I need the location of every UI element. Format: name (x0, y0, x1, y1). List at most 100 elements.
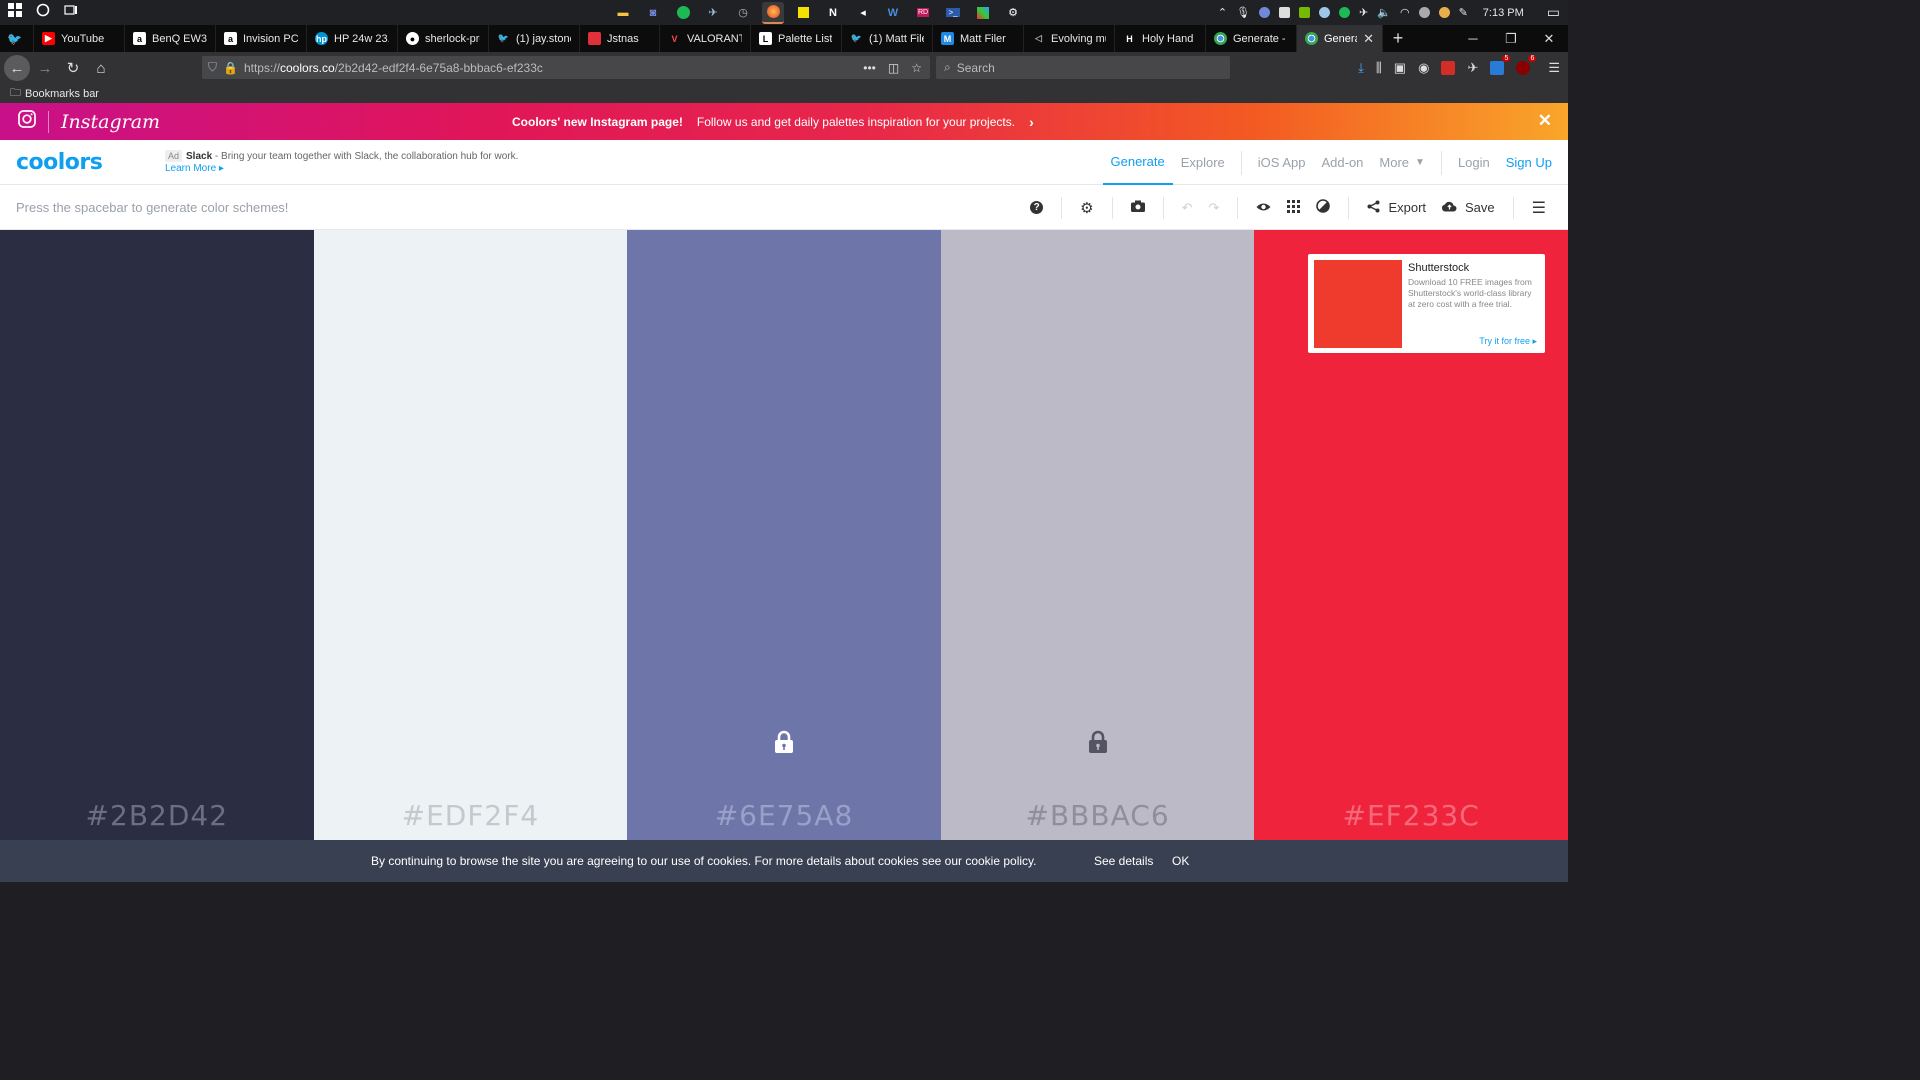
task-view-icon[interactable] (64, 3, 78, 22)
coolors-logo[interactable]: coolors (16, 150, 103, 175)
nvidia-tray-icon[interactable] (1299, 7, 1311, 18)
page-actions-icon[interactable]: ••• (863, 61, 876, 75)
ad-cta-link[interactable]: Try it for free ▸ (1479, 336, 1537, 347)
settings-button[interactable]: ⚙ (1072, 185, 1101, 230)
swatch-hex-code[interactable]: #EF233C (1254, 799, 1568, 832)
swatch-hex-code[interactable]: #6E75A8 (627, 799, 941, 832)
powershell-icon[interactable]: >_ (942, 2, 964, 24)
forward-button[interactable]: → (32, 55, 58, 81)
menu-button[interactable]: ☰ (1524, 185, 1554, 230)
color-swatch[interactable]: #2B2D42 (0, 230, 314, 840)
notion-icon[interactable]: N (822, 2, 844, 24)
browser-tab[interactable]: 🐦 (1) jay.stone (489, 25, 580, 52)
close-tab-icon[interactable]: ✕ (1363, 31, 1374, 47)
back-button[interactable]: ← (4, 55, 30, 81)
browser-tab[interactable]: M Matt Filer (933, 25, 1024, 52)
pen-icon[interactable]: ✎ (1459, 6, 1468, 19)
browser-tab[interactable]: a Invision PC M (216, 25, 307, 52)
chevron-up-icon[interactable]: ⌃ (1218, 6, 1227, 19)
clock-app-icon[interactable]: ◷ (732, 2, 754, 24)
cortana-search-icon[interactable] (36, 3, 50, 22)
nav-generate[interactable]: Generate (1102, 140, 1173, 185)
action-center-icon[interactable]: ▭ (1547, 4, 1560, 21)
lock-icon[interactable] (1088, 730, 1108, 759)
nav-login[interactable]: Login (1450, 140, 1498, 185)
extension-icon[interactable]: ✈ (1467, 60, 1478, 76)
browser-tab[interactable]: hp HP 24w 23.8 (307, 25, 398, 52)
discord-tray-icon[interactable] (1259, 7, 1271, 18)
color-swatch[interactable]: #EDF2F4 (313, 230, 628, 840)
restore-icon[interactable]: ❐ (1492, 25, 1530, 52)
shield-tray-icon[interactable] (1279, 7, 1291, 18)
browser-tab[interactable]: 🐦 (1) Matt Filer (842, 25, 933, 52)
spotify-icon[interactable] (672, 2, 694, 24)
discord-icon[interactable]: ◙ (642, 2, 664, 24)
learn-more-link[interactable]: Learn More (165, 163, 216, 174)
instagram-banner[interactable]: Instagram Coolors' new Instagram page! F… (0, 103, 1568, 140)
browser-tab[interactable]: Jstnas (580, 25, 660, 52)
view-button[interactable] (1248, 185, 1279, 230)
save-button[interactable]: Save (1434, 185, 1503, 230)
see-details-link[interactable]: See details (1094, 854, 1153, 868)
firefox-icon[interactable] (762, 1, 784, 24)
nav-ios-app[interactable]: iOS App (1250, 140, 1314, 185)
address-bar[interactable]: ⛉ 🔒 https://coolors.co/2b2d42-edf2f4-6e7… (202, 56, 930, 79)
browser-tab[interactable]: ◁ Evolving mu (1024, 25, 1115, 52)
reload-button[interactable]: ↻ (60, 55, 86, 81)
nav-more[interactable]: More ▼ (1371, 140, 1433, 185)
header-ad[interactable]: Ad Slack - Bring your team together with … (165, 150, 518, 175)
network-tray-icon[interactable]: ✈ (1359, 6, 1368, 19)
search-bar[interactable]: ⌕ Search (936, 56, 1230, 79)
color-swatch[interactable]: #6E75A8 (627, 230, 941, 840)
close-banner-icon[interactable]: ✕ (1538, 111, 1552, 131)
browser-tab[interactable]: a BenQ EW327 (125, 25, 216, 52)
tracking-shield-icon[interactable]: ⛉ (208, 60, 217, 75)
account-icon[interactable]: ◉ (1418, 60, 1429, 76)
library-icon[interactable]: ⫼ (1376, 60, 1382, 76)
settings-gear-icon[interactable]: ⚙ (1002, 2, 1024, 24)
word-icon[interactable]: W (882, 2, 904, 24)
bookmark-star-icon[interactable]: ☆ (911, 61, 922, 75)
redo-button[interactable]: ↷ (1201, 185, 1228, 230)
downloads-icon[interactable]: ⤓ (1358, 60, 1364, 76)
shutterstock-ad[interactable]: Shutterstock Download 10 FREE images fro… (1308, 254, 1545, 353)
steam-icon[interactable]: ✈ (702, 2, 724, 24)
sticky-notes-icon[interactable] (792, 2, 814, 24)
adjust-button[interactable] (1308, 185, 1338, 230)
home-button[interactable]: ⌂ (88, 55, 114, 81)
browser-tab[interactable]: H Holy Hand B (1115, 25, 1206, 52)
nav-explore[interactable]: Explore (1173, 140, 1233, 185)
color-swatch[interactable]: #BBBAC6 (940, 230, 1255, 840)
browser-tab[interactable]: ● sherlock-pro (398, 25, 489, 52)
browser-tab[interactable]: Generate - C (1206, 25, 1297, 52)
browser-tab[interactable]: V VALORANT: F (660, 25, 751, 52)
lock-icon[interactable]: 🔒 (223, 61, 238, 75)
volume-icon[interactable]: 🔈 (1377, 6, 1391, 19)
hamburger-menu-icon[interactable]: ☰ (1548, 60, 1560, 76)
browser-tab-twitter-pinned[interactable]: 🐦 (0, 25, 34, 52)
bookmarks-bar-label[interactable]: Bookmarks bar (25, 88, 99, 100)
remote-desktop-icon[interactable]: RD (912, 2, 934, 24)
export-button[interactable]: Export (1359, 185, 1434, 230)
nav-add-on[interactable]: Add-on (1313, 140, 1371, 185)
browser-tab-active[interactable]: Generate ✕ (1297, 25, 1383, 52)
taskbar-clock[interactable]: 7:13 PM (1483, 7, 1524, 19)
close-window-icon[interactable]: ✕ (1530, 25, 1568, 52)
sidebar-icon[interactable]: ▣ (1394, 60, 1406, 76)
pocket-icon[interactable]: ◫ (888, 61, 899, 75)
swatch-hex-code[interactable]: #BBBAC6 (941, 799, 1255, 832)
wifi-icon[interactable]: ◠ (1400, 6, 1410, 19)
browser-tab[interactable]: ▶ YouTube (34, 25, 125, 52)
minimize-icon[interactable]: ─ (1454, 25, 1492, 52)
windows-start-icon[interactable] (8, 3, 22, 22)
tray-app-icon[interactable] (1418, 7, 1430, 18)
lastpass-icon[interactable] (1441, 61, 1456, 75)
grid-view-button[interactable] (1279, 185, 1308, 230)
new-tab-button[interactable]: + (1383, 28, 1413, 49)
file-explorer-icon[interactable]: ▬ (612, 2, 634, 24)
tray-app-2-icon[interactable] (1438, 7, 1450, 18)
tray-mic-icon[interactable]: 🎙 (1236, 6, 1250, 19)
undo-button[interactable]: ↶ (1174, 185, 1201, 230)
swatch-hex-code[interactable]: #EDF2F4 (314, 799, 628, 832)
browser-tab[interactable]: L Palette List (751, 25, 842, 52)
